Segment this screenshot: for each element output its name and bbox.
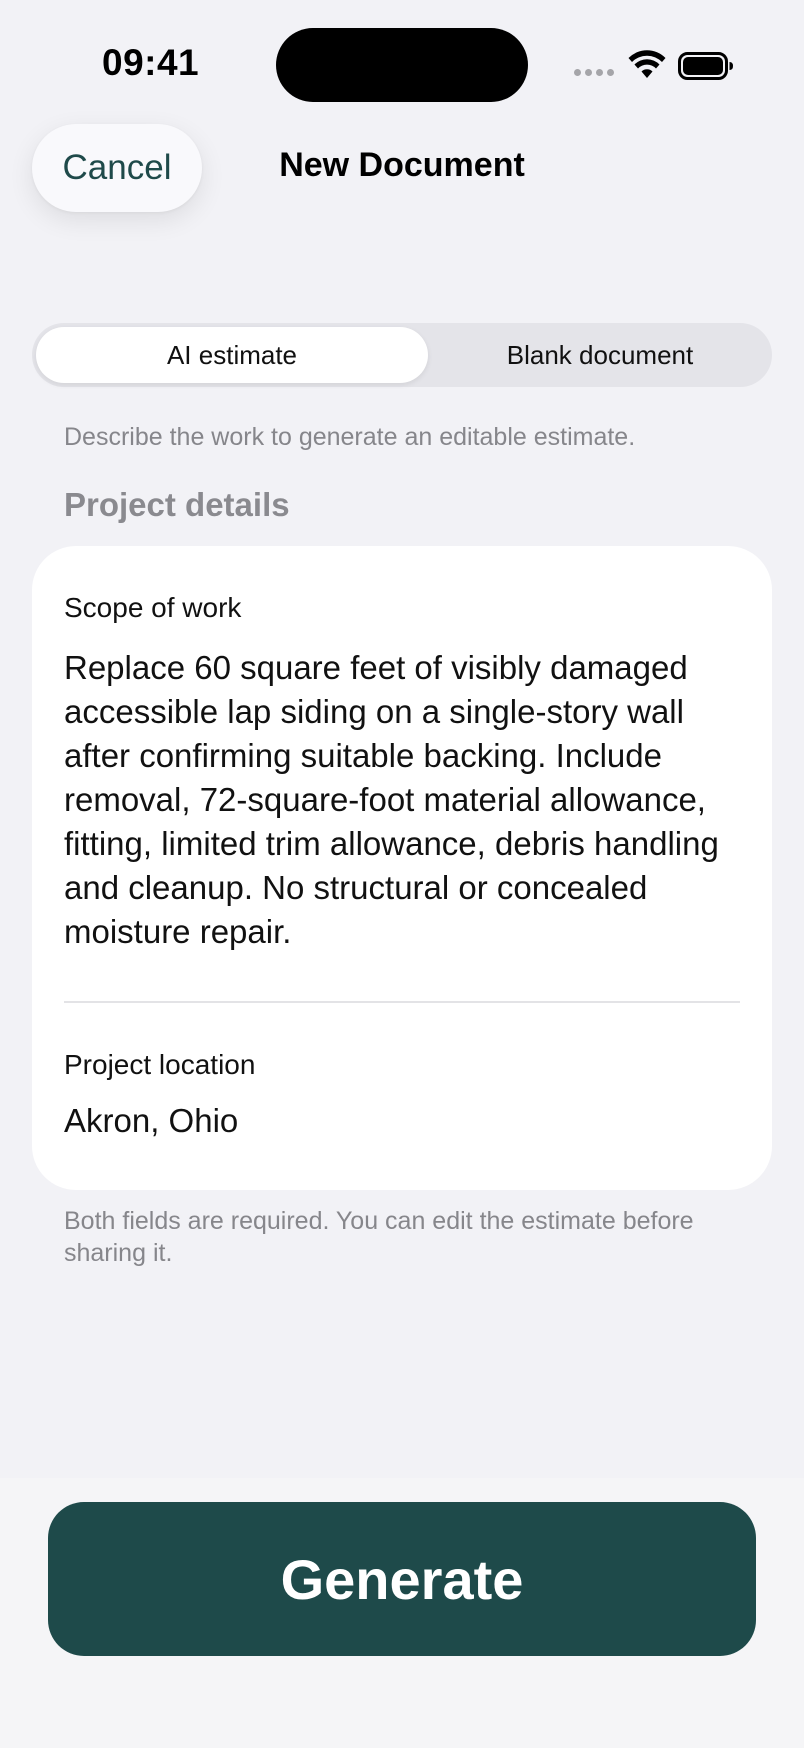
project-details-card: Scope of work Replace 60 square feet of …	[32, 546, 772, 1190]
section-header: Project details	[64, 486, 290, 523]
helper-text: Describe the work to generate an editabl…	[64, 423, 636, 451]
dynamic-island	[276, 28, 528, 102]
project-location-label: Project location	[64, 1049, 256, 1080]
battery-icon	[678, 52, 733, 80]
field-divider	[64, 1001, 740, 1003]
status-time: 09:41	[102, 42, 200, 83]
wifi-icon	[628, 50, 666, 78]
generate-button[interactable]: Generate	[48, 1502, 756, 1656]
segment-blank-document[interactable]: Blank document	[432, 327, 768, 383]
page-title: New Document	[279, 146, 525, 184]
scope-of-work-field[interactable]: Replace 60 square feet of visibly damage…	[64, 646, 754, 954]
status-icons	[574, 48, 734, 84]
cancel-button[interactable]: Cancel	[32, 124, 202, 212]
footnote-text: Both fields are required. You can edit t…	[64, 1207, 694, 1267]
signal-dots-icon	[574, 69, 614, 76]
new-document-screen: 09:41 Cancel New Document AI estimate Bl…	[0, 0, 804, 1748]
scope-of-work-label: Scope of work	[64, 592, 242, 623]
mode-segmented-control: AI estimate Blank document	[32, 323, 772, 387]
segment-ai-estimate[interactable]: AI estimate	[36, 327, 428, 383]
project-location-field[interactable]: Akron, Ohio	[64, 1102, 238, 1140]
